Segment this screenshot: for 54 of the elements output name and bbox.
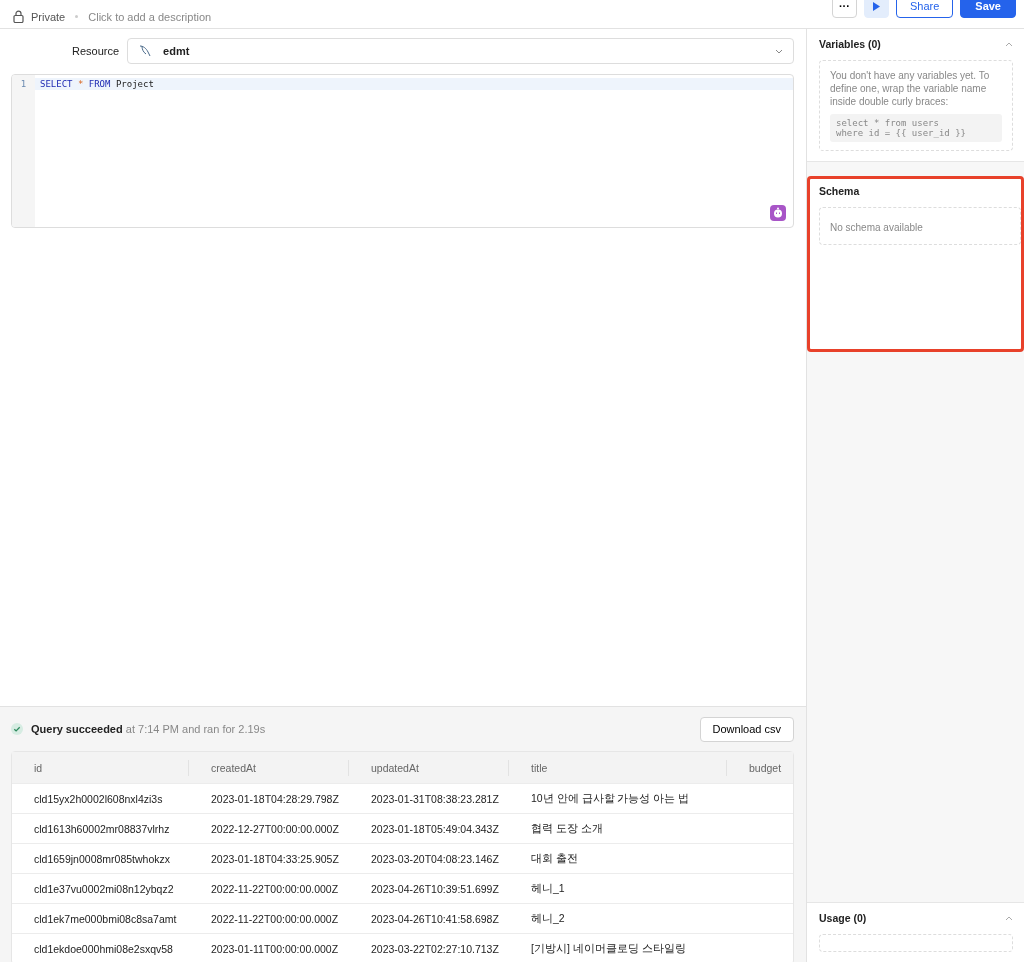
code-editor[interactable]: 1 SELECT * FROM Project [11, 74, 794, 228]
download-csv-button[interactable]: Download csv [699, 716, 794, 742]
table-cell-text: 2022-11-22T00:00:00.000Z [210, 912, 340, 925]
chevron-down-icon [775, 48, 783, 54]
save-button[interactable]: Save [960, 0, 1016, 18]
visibility-label[interactable]: Private [31, 10, 66, 23]
chevron-up-icon[interactable] [1005, 41, 1013, 47]
table-cell-text: cld1ek7me000bmi08c8sa7amt [33, 912, 178, 925]
table-cell-text: 대회 출전 [530, 851, 579, 866]
table-cell-text: 헤니_1 [530, 881, 566, 896]
table-cell-text: 10년 안에 급사할 가능성 아는 법 [530, 791, 691, 806]
check-circle-icon [11, 723, 23, 735]
table-cell-text: cld1e37vu0002mi08n12ybqz2 [33, 882, 175, 895]
column-header[interactable]: createdAt [189, 759, 349, 776]
code-example: select * from users where id = {{ user_id }} [830, 114, 1002, 142]
table-cell-text: 2023-04-26T10:39:51.699Z [370, 882, 500, 895]
resource-label: Resource [72, 45, 120, 57]
schema-title: Schema [819, 185, 861, 197]
table-cell-text: cld1659jn0008mr085twhokzx [33, 852, 171, 865]
column-header[interactable]: id [12, 759, 189, 776]
share-button[interactable]: Share [895, 0, 954, 18]
table-cell-text: 2023-03-20T04:08:23.146Z [370, 852, 500, 865]
line-number: 1 [20, 78, 27, 90]
assistant-icon[interactable] [770, 205, 786, 221]
variables-hint: You don't have any variables yet. To define one, wrap the variable name inside double curly braces: [830, 69, 991, 108]
play-icon [872, 1, 880, 11]
table-cell-text: 2023-01-31T08:38:23.281Z [370, 792, 500, 805]
description-field[interactable]: Click to add a description [88, 10, 212, 23]
run-button[interactable] [863, 0, 889, 18]
column-header[interactable]: updatedAt [349, 759, 509, 776]
table-cell-text: cld1ekdoe000hmi08e2sxqv58 [33, 942, 174, 955]
query-status: Query succeeded at 7:14 PM and ran for 2.19s [31, 723, 267, 735]
table-cell-text: 2023-01-18T04:28:29.798Z [210, 792, 340, 805]
table-cell-text: 협력 도장 소개 [530, 821, 604, 836]
table-cell-text: [기방시] 네이머클로딩 스타일링 [530, 941, 687, 956]
table-cell-text: cld15yx2h0002l608nxl4zi3s [33, 792, 164, 805]
column-header[interactable]: budget [727, 759, 793, 776]
table-cell-text: 2022-12-27T00:00:00.000Z [210, 822, 340, 835]
schema-empty-message: No schema available [830, 222, 923, 233]
table-cell-text: 헤니_2 [530, 911, 566, 926]
usage-title[interactable]: Usage (0) [819, 912, 867, 924]
table-cell-text: 2022-11-22T00:00:00.000Z [210, 882, 340, 895]
table-cell-text: 2023-01-11T00:00:00.000Z [210, 942, 340, 955]
chevron-up-icon[interactable] [1005, 915, 1013, 921]
table-cell-text: 2023-01-18T05:49:04.343Z [370, 822, 500, 835]
table-cell-text: 2023-03-22T02:27:10.713Z [370, 942, 500, 955]
table-cell-text: cld1613h60002mr08837vlrhz [33, 822, 171, 835]
resource-select[interactable]: edmt [127, 38, 794, 64]
more-button[interactable]: ··· [831, 0, 857, 18]
table-cell-text: 2023-04-26T10:41:58.698Z [370, 912, 500, 925]
table-cell-text: 2023-01-18T04:33:25.905Z [210, 852, 340, 865]
lock-icon [13, 10, 24, 23]
variables-title[interactable]: Variables (0) [819, 38, 881, 50]
column-header[interactable]: title [509, 759, 727, 776]
